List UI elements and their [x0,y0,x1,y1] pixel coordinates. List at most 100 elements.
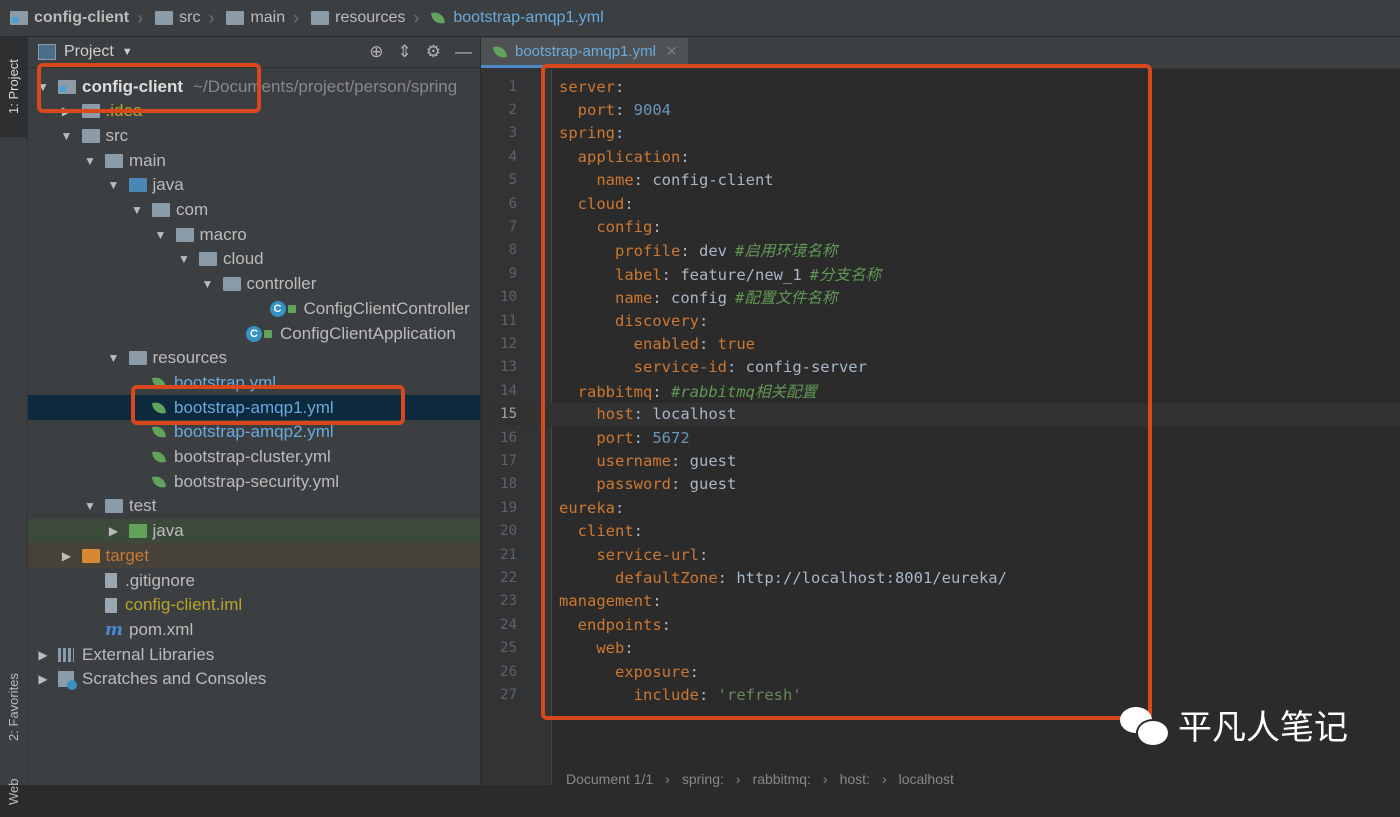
expand-arrow-icon[interactable]: ▼ [154,228,168,242]
project-tool-tab[interactable]: 1: Project [0,37,27,137]
tree-item[interactable]: ▶ Scratches and Consoles [28,667,480,692]
code-line[interactable]: 20 client: [481,520,1400,543]
line-number: 11 [500,312,517,329]
expand-arrow-icon[interactable]: ▼ [60,129,74,143]
tree-item[interactable]: m pom.xml [28,617,480,642]
collapse-arrow-icon[interactable]: ▶ [36,648,50,662]
chevron-down-icon[interactable]: ▼ [122,46,133,58]
expand-arrow-icon[interactable]: ▼ [201,277,215,291]
expand-arrow-icon[interactable]: ▼ [107,351,121,365]
tree-item[interactable]: ▼ config-client ~/Documents/project/person… [28,74,480,99]
code-text: defaultZone: http://localhost:8001/eurek… [559,569,1007,587]
expand-arrow-icon[interactable]: ▼ [83,154,97,168]
expand-arrow-icon[interactable]: ▼ [130,203,144,217]
tree-item[interactable]: bootstrap-amqp2.yml [28,420,480,445]
yaml-key: label [615,265,662,284]
favorites-tool-tab[interactable]: 2: Favorites [0,657,27,757]
code-line[interactable]: 1 server: [481,75,1400,98]
code-line[interactable]: 7 config: [481,215,1400,238]
locate-file-icon[interactable]: ⊕ [369,42,383,62]
collapse-all-icon[interactable]: ⇕ [398,42,412,62]
line-number: 2 [508,102,517,119]
code-line[interactable]: 16 port: 5672 [481,426,1400,449]
code-text: service-id: config-server [559,358,867,376]
expand-arrow-icon[interactable]: ▼ [107,178,121,192]
folder-icon [105,153,123,168]
code-line[interactable]: 3 spring: [481,122,1400,145]
tree-item[interactable]: ▼ resources [28,346,480,371]
breadcrumb-item-file[interactable]: bootstrap-amqp1.yml [421,9,603,27]
code-line[interactable]: 14 rabbitmq: #rabbitmq相关配置 [481,379,1400,402]
yaml-key: client [577,522,634,541]
breadcrumb-item-src[interactable]: src [145,9,200,27]
collapse-arrow-icon[interactable]: ▶ [60,104,74,118]
editor-tab-bootstrap-amqp1[interactable]: bootstrap-amqp1.yml ✕ [481,38,688,68]
code-line[interactable]: 6 cloud: [481,192,1400,215]
breadcrumb-item-main[interactable]: main [216,9,285,27]
collapse-arrow-icon[interactable]: ▶ [36,672,50,686]
tree-item[interactable]: bootstrap-cluster.yml [28,445,480,470]
code-line[interactable]: 21 service-url: [481,543,1400,566]
code-line[interactable]: 8 profile: dev #启用环境名称 [481,239,1400,262]
code-line[interactable]: 19 eureka: [481,496,1400,519]
tree-item[interactable]: C ConfigClientController [28,296,480,321]
breadcrumb-item-project[interactable]: config-client [0,9,129,27]
web-tool-tab[interactable]: Web [0,767,27,817]
yaml-key: defaultZone [615,569,718,588]
code-line[interactable]: 18 password: guest [481,473,1400,496]
code-line[interactable]: 5 name: config-client [481,169,1400,192]
tree-item[interactable]: ▼ cloud [28,247,480,272]
tree-item[interactable]: ▼ macro [28,222,480,247]
tree-item[interactable]: C ConfigClientApplication [28,321,480,346]
tree-item[interactable]: ▼ main [28,148,480,173]
code-line[interactable]: 12 enabled: true [481,332,1400,355]
code-line[interactable]: 23 management: [481,590,1400,613]
tree-item[interactable]: bootstrap-amqp1.yml [28,395,480,421]
hide-panel-icon[interactable]: — [455,42,472,62]
tree-item[interactable]: bootstrap.yml [28,370,480,395]
code-line[interactable]: 9 label: feature/new_1 #分支名称 [481,262,1400,285]
code-line[interactable]: 11 discovery: [481,309,1400,332]
code-line[interactable]: 17 username: guest [481,449,1400,472]
project-view-selector[interactable]: Project [64,43,114,61]
folder-icon [105,499,123,514]
collapse-arrow-icon[interactable]: ▶ [107,524,121,538]
tree-item[interactable]: ▶ External Libraries [28,642,480,667]
tree-item[interactable]: ▶ target [28,543,480,569]
yaml-key: service-id [633,358,727,377]
tree-item[interactable]: ▶ java [28,518,480,544]
tree-item[interactable]: ▼ com [28,198,480,223]
gear-icon[interactable]: ⚙ [426,42,441,62]
tree-item[interactable]: ▼ controller [28,272,480,297]
expand-arrow-icon[interactable]: ▼ [36,80,50,94]
source-folder-icon [128,178,147,193]
tree-item[interactable]: ▶ .idea [28,99,480,124]
tree-item[interactable]: bootstrap-security.yml [28,469,480,494]
tree-item-label: controller [246,274,317,294]
yaml-separator: : [624,194,634,213]
tree-item[interactable]: ▼ java [28,173,480,198]
code-line[interactable]: 25 web: [481,637,1400,660]
tree-item[interactable]: config-client.iml [28,593,480,618]
yaml-separator: : [633,428,653,447]
code-text: host: localhost [559,405,736,423]
tree-item[interactable]: ▼ src [28,123,480,148]
collapse-arrow-icon[interactable]: ▶ [60,549,74,563]
code-line[interactable]: 4 application: [481,145,1400,168]
tree-item[interactable]: ▼ test [28,494,480,519]
expand-arrow-icon[interactable]: ▼ [83,499,97,513]
expand-arrow-icon[interactable]: ▼ [177,252,191,266]
breadcrumb-item-resources[interactable]: resources [301,9,405,27]
yaml-key: rabbitmq [577,382,653,401]
code-line[interactable]: 13 service-id: config-server [481,356,1400,379]
tree-item[interactable]: .gitignore [28,568,480,593]
code-line[interactable]: 26 exposure: [481,660,1400,683]
code-line[interactable]: 2 port: 9004 [481,98,1400,121]
close-icon[interactable]: ✕ [666,43,678,60]
code-line[interactable]: 15 host: localhost [481,402,1400,426]
code-line[interactable]: 22 defaultZone: http://localhost:8001/eu… [481,566,1400,589]
code-line[interactable]: 10 name: config #配置文件名称 [481,286,1400,309]
code-line[interactable]: 24 endpoints: [481,613,1400,636]
